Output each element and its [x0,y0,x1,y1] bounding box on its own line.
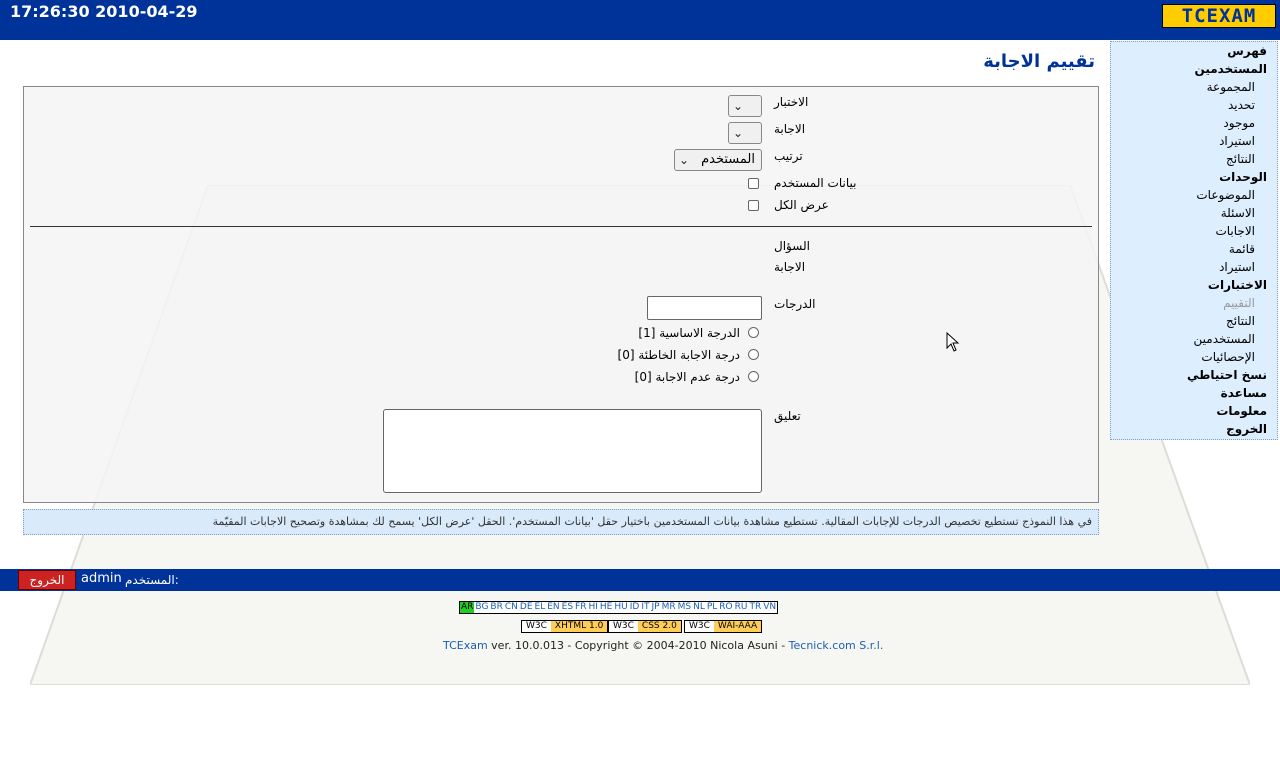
language-link[interactable]: IT [640,602,650,613]
sidebar-item: التقييم [1223,296,1255,310]
sidebar-item[interactable]: استيراد [1219,134,1255,148]
w3c-badge-value: CSS 2.0 [637,621,681,632]
sidebar-item[interactable]: المجموعة [1207,80,1255,94]
mouse-cursor-icon [946,332,960,352]
sidebar-item[interactable]: موجود [1223,116,1255,130]
answer-label: الاجابة [774,122,806,136]
order-label: ترتيب [774,149,803,163]
language-link[interactable]: MR [661,602,677,613]
answer-text-label: الاجابة [774,260,806,274]
order-select-value: المستخدم [701,152,755,167]
sidebar-item[interactable]: استيراد [1219,260,1255,274]
w3c-css-badge[interactable]: W3C CSS 2.0 [608,620,682,633]
sidebar-menu: فهرس المستخدمين المجموعة تحديد موجود استيراد ا… [1110,41,1278,440]
tcexam-link[interactable]: TCExam [443,639,488,652]
language-link[interactable]: ES [561,602,574,613]
language-link[interactable]: EN [546,602,560,613]
grade-input[interactable] [647,296,762,320]
sidebar-item[interactable]: تحديد [1228,98,1255,112]
grade-option-radio[interactable] [748,349,759,360]
language-link[interactable]: PL [706,602,718,613]
w3c-badge-value: XHTML 1.0 [550,621,608,632]
sidebar-item[interactable]: الموضوعات [1196,188,1255,202]
sidebar-item[interactable]: الخروج [1226,422,1267,436]
language-bar: AR BG BR CN DE EL EN ES FR HI HE HU ID IT JP MR MS NL PL RO… [459,601,779,614]
help-text: في هذا النموذج تستطيع تخصيص الدرجات للإج… [212,515,1092,528]
language-link[interactable]: EL [534,602,547,613]
language-link[interactable]: CN [504,602,519,613]
userdata-label: بيانات المستخدم [774,176,857,190]
language-link[interactable]: BG [474,602,489,613]
sidebar-item[interactable]: المستخدمين [1194,332,1255,346]
credit-line: TCExam ver. 10.0.013 - Copyright © 2004-… [443,639,883,652]
showall-label: عرض الكل [774,198,829,212]
user-bar [0,569,1280,591]
language-link[interactable]: HE [599,602,613,613]
sidebar-item[interactable]: فهرس [1227,44,1267,58]
w3c-xhtml-badge[interactable]: W3C XHTML 1.0 [521,620,609,633]
sidebar-item[interactable]: الاختبارات [1208,278,1267,292]
credit-text: ver. 10.0.013 - Copyright © 2004-2010 Ni… [487,639,789,652]
sidebar-item[interactable]: الإحصائيات [1201,350,1255,364]
language-link[interactable]: NL [692,602,706,613]
showall-checkbox[interactable] [748,200,759,211]
chevron-down-icon: ⌄ [733,126,744,140]
language-link[interactable]: RU [734,602,749,613]
w3c-wai-badge[interactable]: W3C WAI-AAA [684,620,763,633]
help-box: في هذا النموذج تستطيع تخصيص الدرجات للإج… [23,509,1099,535]
language-link[interactable]: RO [718,602,733,613]
sidebar-item[interactable]: النتائج [1226,314,1255,328]
order-select[interactable]: ⌄ المستخدم [674,149,762,171]
userdata-checkbox[interactable] [748,178,759,189]
language-link[interactable]: DE [519,602,534,613]
chevron-down-icon: ⌄ [733,99,744,113]
page-title: تقييم الاجابة [983,51,1095,72]
comment-label: تعليق [774,409,801,423]
w3c-badge-label: W3C [526,621,547,631]
grade-option-label: درجة عدم الاجابة [0] [634,370,740,384]
sidebar-item[interactable]: الاسئلة [1221,206,1255,220]
language-link[interactable]: JP [650,602,660,613]
language-link[interactable]: HI [587,602,598,613]
grade-option-label: الدرجة الاساسية [1] [638,326,740,340]
w3c-badge-label: W3C [689,621,710,631]
language-current: AR [460,602,475,613]
tcexam-logo: TCEXAM [1162,4,1276,28]
language-link[interactable]: BR [489,602,503,613]
grades-label: الدرجات [774,297,816,311]
user-label: المستخدم: [125,573,179,587]
logout-button[interactable]: الخروج [18,570,76,590]
language-link[interactable]: VN [762,602,777,613]
question-label: السؤال [774,239,810,253]
answer-select[interactable]: ⌄ [728,122,762,144]
language-link[interactable]: TR [748,602,762,613]
sidebar-item[interactable]: قائمة [1229,242,1255,256]
tecnick-link[interactable]: Tecnick.com S.r.l. [789,639,884,652]
test-label: الاختبار [774,95,809,109]
w3c-badge-label: W3C [613,621,634,631]
sidebar-item[interactable]: الوحدات [1219,170,1267,184]
sidebar-item[interactable]: الاجابات [1215,224,1255,238]
grade-option-radio[interactable] [748,371,759,382]
sidebar-item[interactable]: النتائج [1226,152,1255,166]
language-link[interactable]: MS [677,602,692,613]
sidebar-item[interactable]: المستخدمين [1195,62,1267,76]
grade-option-radio[interactable] [748,327,759,338]
clock: 17:26:30 2010-04-29 [10,2,198,21]
test-select[interactable]: ⌄ [728,95,762,117]
grade-option-label: درجة الاجابة الخاطئة [0] [617,348,740,362]
username: admin [81,571,122,586]
sidebar-item[interactable]: مساعدة [1221,386,1267,400]
comment-textarea[interactable] [383,409,762,493]
sidebar-item[interactable]: معلومات [1216,404,1267,418]
language-link[interactable]: HU [613,602,628,613]
divider [30,226,1092,227]
w3c-badge-value: WAI-AAA [713,621,762,632]
language-link[interactable]: FR [574,602,587,613]
chevron-down-icon: ⌄ [679,153,690,167]
sidebar-item[interactable]: نسخ احتياطي [1187,368,1267,382]
language-link[interactable]: ID [629,602,641,613]
